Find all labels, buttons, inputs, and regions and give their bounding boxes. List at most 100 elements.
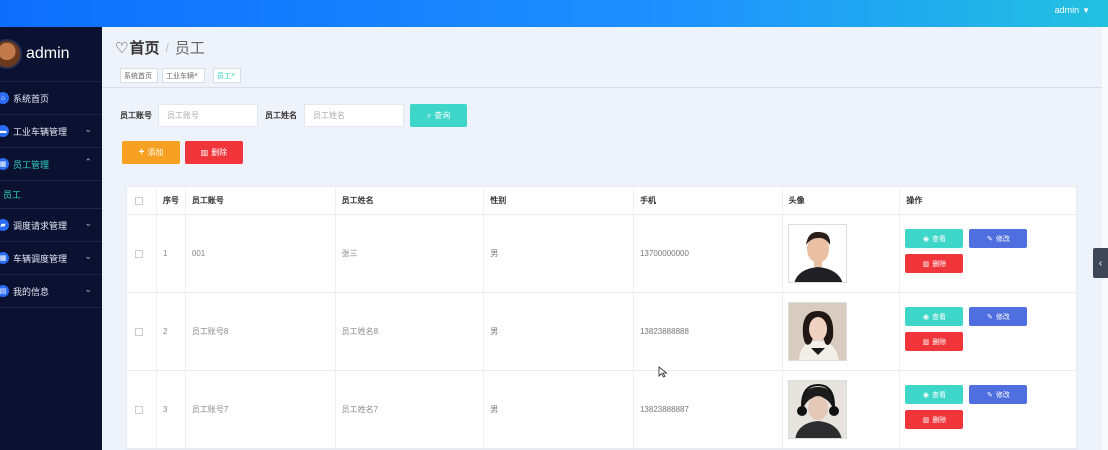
delete-label: 删除 — [932, 416, 947, 424]
edit-button[interactable]: ✎ 修改 — [969, 307, 1028, 326]
sidebar-item-employees[interactable]: ▦ 员工管理 ⌃ — [0, 148, 102, 181]
employee-table: 序号 员工账号 员工姓名 性别 手机 头像 操作 1 001 张三 男 1370… — [126, 186, 1077, 450]
view-label: 查看 — [931, 235, 946, 243]
cell-account: 员工账号8 — [186, 293, 336, 370]
cell-actions: ◉ 查看 ✎ 修改 ▥ 删除 — [900, 215, 1076, 293]
edit-label: 修改 — [995, 235, 1010, 243]
sidebar-item-label: 调度请求管理 — [13, 220, 68, 231]
edit-icon: ✎ — [986, 313, 993, 321]
eye-icon: ◉ — [922, 391, 929, 399]
view-label: 查看 — [931, 313, 946, 321]
account-search-input[interactable]: 员工账号 — [158, 104, 258, 127]
edit-button[interactable]: ✎ 修改 — [969, 229, 1028, 248]
sidebar-subitem-employee[interactable]: 员工 — [0, 181, 102, 209]
delete-button-label: 删除 — [211, 148, 228, 157]
view-button[interactable]: ◉ 查看 — [905, 385, 964, 404]
cell-phone: 13823888887 — [634, 371, 783, 448]
row-select-cell — [127, 371, 157, 448]
cell-name: 员工姓名8 — [336, 293, 485, 370]
tag-label: 工业车辆 — [166, 72, 194, 80]
tag-employee[interactable]: 员工 × — [213, 68, 241, 83]
row-checkbox[interactable] — [135, 405, 143, 414]
edit-label: 修改 — [995, 313, 1010, 321]
sidebar: admin ⌂ 系统首页 ▬ 工业车辆管理 ⌄ ▦ 员工管理 ⌃ 员工 ▰ 调度… — [0, 27, 102, 450]
query-button[interactable]: ⌕ 查询 — [410, 104, 467, 127]
chevron-down-icon: ⌄ — [84, 284, 92, 294]
eye-icon: ◉ — [922, 313, 929, 321]
search-icon: ⌕ — [426, 110, 432, 120]
name-label: 员工姓名 — [265, 111, 297, 120]
search-row: 员工账号 员工账号 员工姓名 员工姓名 ⌕ 查询 — [102, 104, 1102, 128]
tag-vehicles[interactable]: 工业车辆 × — [162, 68, 205, 83]
sidebar-item-vehicles[interactable]: ▬ 工业车辆管理 ⌄ — [0, 115, 102, 148]
view-button[interactable]: ◉ 查看 — [905, 229, 964, 248]
breadcrumb-home[interactable]: 首页 — [129, 37, 159, 58]
main-content: ♡ 首页 / 员工 系统首页 工业车辆 × 员工 × 员工账号 员工账号 员工姓名 … — [102, 27, 1102, 450]
sidebar-profile: admin — [0, 27, 102, 82]
row-delete-button[interactable]: ▥ 删除 — [905, 332, 964, 351]
sidebar-item-label: 员工管理 — [13, 159, 50, 170]
sidebar-item-vehicle-dispatch[interactable]: ▦ 车辆调度管理 ⌄ — [0, 242, 102, 275]
chat-icon: ▬ — [0, 125, 9, 137]
row-checkbox[interactable] — [135, 327, 143, 336]
user-menu[interactable]: admin ▼ — [1055, 5, 1090, 15]
cell-account: 员工账号7 — [186, 371, 336, 448]
query-button-label: 查询 — [434, 111, 451, 120]
sidebar-item-my-info[interactable]: ▤ 我的信息 ⌄ — [0, 275, 102, 308]
view-button[interactable]: ◉ 查看 — [905, 307, 964, 326]
sidebar-item-dispatch-requests[interactable]: ▰ 调度请求管理 ⌄ — [0, 209, 102, 242]
chevron-down-icon: ⌄ — [84, 218, 92, 228]
header-name: 员工姓名 — [336, 187, 485, 214]
edit-icon: ✎ — [986, 235, 993, 243]
tag-label: 系统首页 — [124, 72, 152, 80]
employee-photo — [787, 224, 847, 283]
name-search-input[interactable]: 员工姓名 — [304, 104, 404, 127]
row-select-cell — [127, 293, 157, 370]
close-icon[interactable]: × — [231, 72, 235, 79]
document-icon: ▤ — [0, 285, 9, 297]
table-header: 序号 员工账号 员工姓名 性别 手机 头像 操作 — [127, 187, 1076, 215]
sidebar-item-label: 工业车辆管理 — [13, 126, 68, 137]
breadcrumb-separator: / — [165, 40, 169, 55]
cell-index: 3 — [157, 371, 186, 448]
trash-icon: ▥ — [922, 338, 930, 346]
sidebar-item-label: 我的信息 — [13, 286, 50, 297]
chevron-left-icon: ‹ — [1098, 257, 1103, 269]
side-panel-toggle[interactable]: ‹ — [1093, 248, 1108, 278]
delete-button[interactable]: ▥ 删除 — [185, 141, 243, 164]
cell-account: 001 — [186, 215, 336, 292]
row-delete-button[interactable]: ▥ 删除 — [905, 410, 964, 429]
header-gender: 性别 — [484, 187, 634, 214]
cell-gender: 男 — [484, 215, 634, 292]
trash-icon: ▥ — [200, 148, 209, 157]
cell-actions: ◉ 查看 ✎ 修改 ▥ 删除 — [900, 293, 1076, 371]
page-header: ♡ 首页 / 员工 — [102, 27, 1102, 67]
table-row: 2 员工账号8 员工姓名8 男 13823888888 ◉ 查看 ✎ 修改 ▥ … — [127, 293, 1076, 371]
cell-avatar — [783, 293, 901, 370]
grid-icon: ▦ — [0, 158, 9, 170]
row-select-cell — [127, 215, 157, 292]
header-phone: 手机 — [634, 187, 783, 214]
chevron-down-icon: ⌄ — [84, 251, 92, 261]
add-button[interactable]: + 添加 — [122, 141, 180, 164]
view-label: 查看 — [931, 391, 946, 399]
table-row: 1 001 张三 男 13700000000 ◉ 查看 ✎ 修改 ▥ 删除 — [127, 215, 1076, 293]
row-checkbox[interactable] — [135, 249, 143, 258]
profile-name: admin — [26, 45, 70, 62]
cell-phone: 13700000000 — [634, 215, 783, 292]
mouse-cursor-icon — [658, 366, 668, 378]
edit-icon: ✎ — [986, 391, 993, 399]
grid-icon: ▦ — [0, 252, 9, 264]
tag-home[interactable]: 系统首页 — [120, 68, 158, 83]
sidebar-item-home[interactable]: ⌂ 系统首页 — [0, 82, 102, 115]
cell-gender: 男 — [484, 293, 634, 370]
close-icon[interactable]: × — [194, 72, 198, 79]
cell-index: 1 — [157, 215, 186, 292]
select-all-checkbox[interactable] — [135, 196, 143, 205]
cell-index: 2 — [157, 293, 186, 370]
user-name: admin — [1054, 5, 1080, 15]
cell-name: 张三 — [336, 215, 485, 292]
employee-photo — [787, 302, 847, 361]
row-delete-button[interactable]: ▥ 删除 — [905, 254, 964, 273]
edit-button[interactable]: ✎ 修改 — [969, 385, 1028, 404]
